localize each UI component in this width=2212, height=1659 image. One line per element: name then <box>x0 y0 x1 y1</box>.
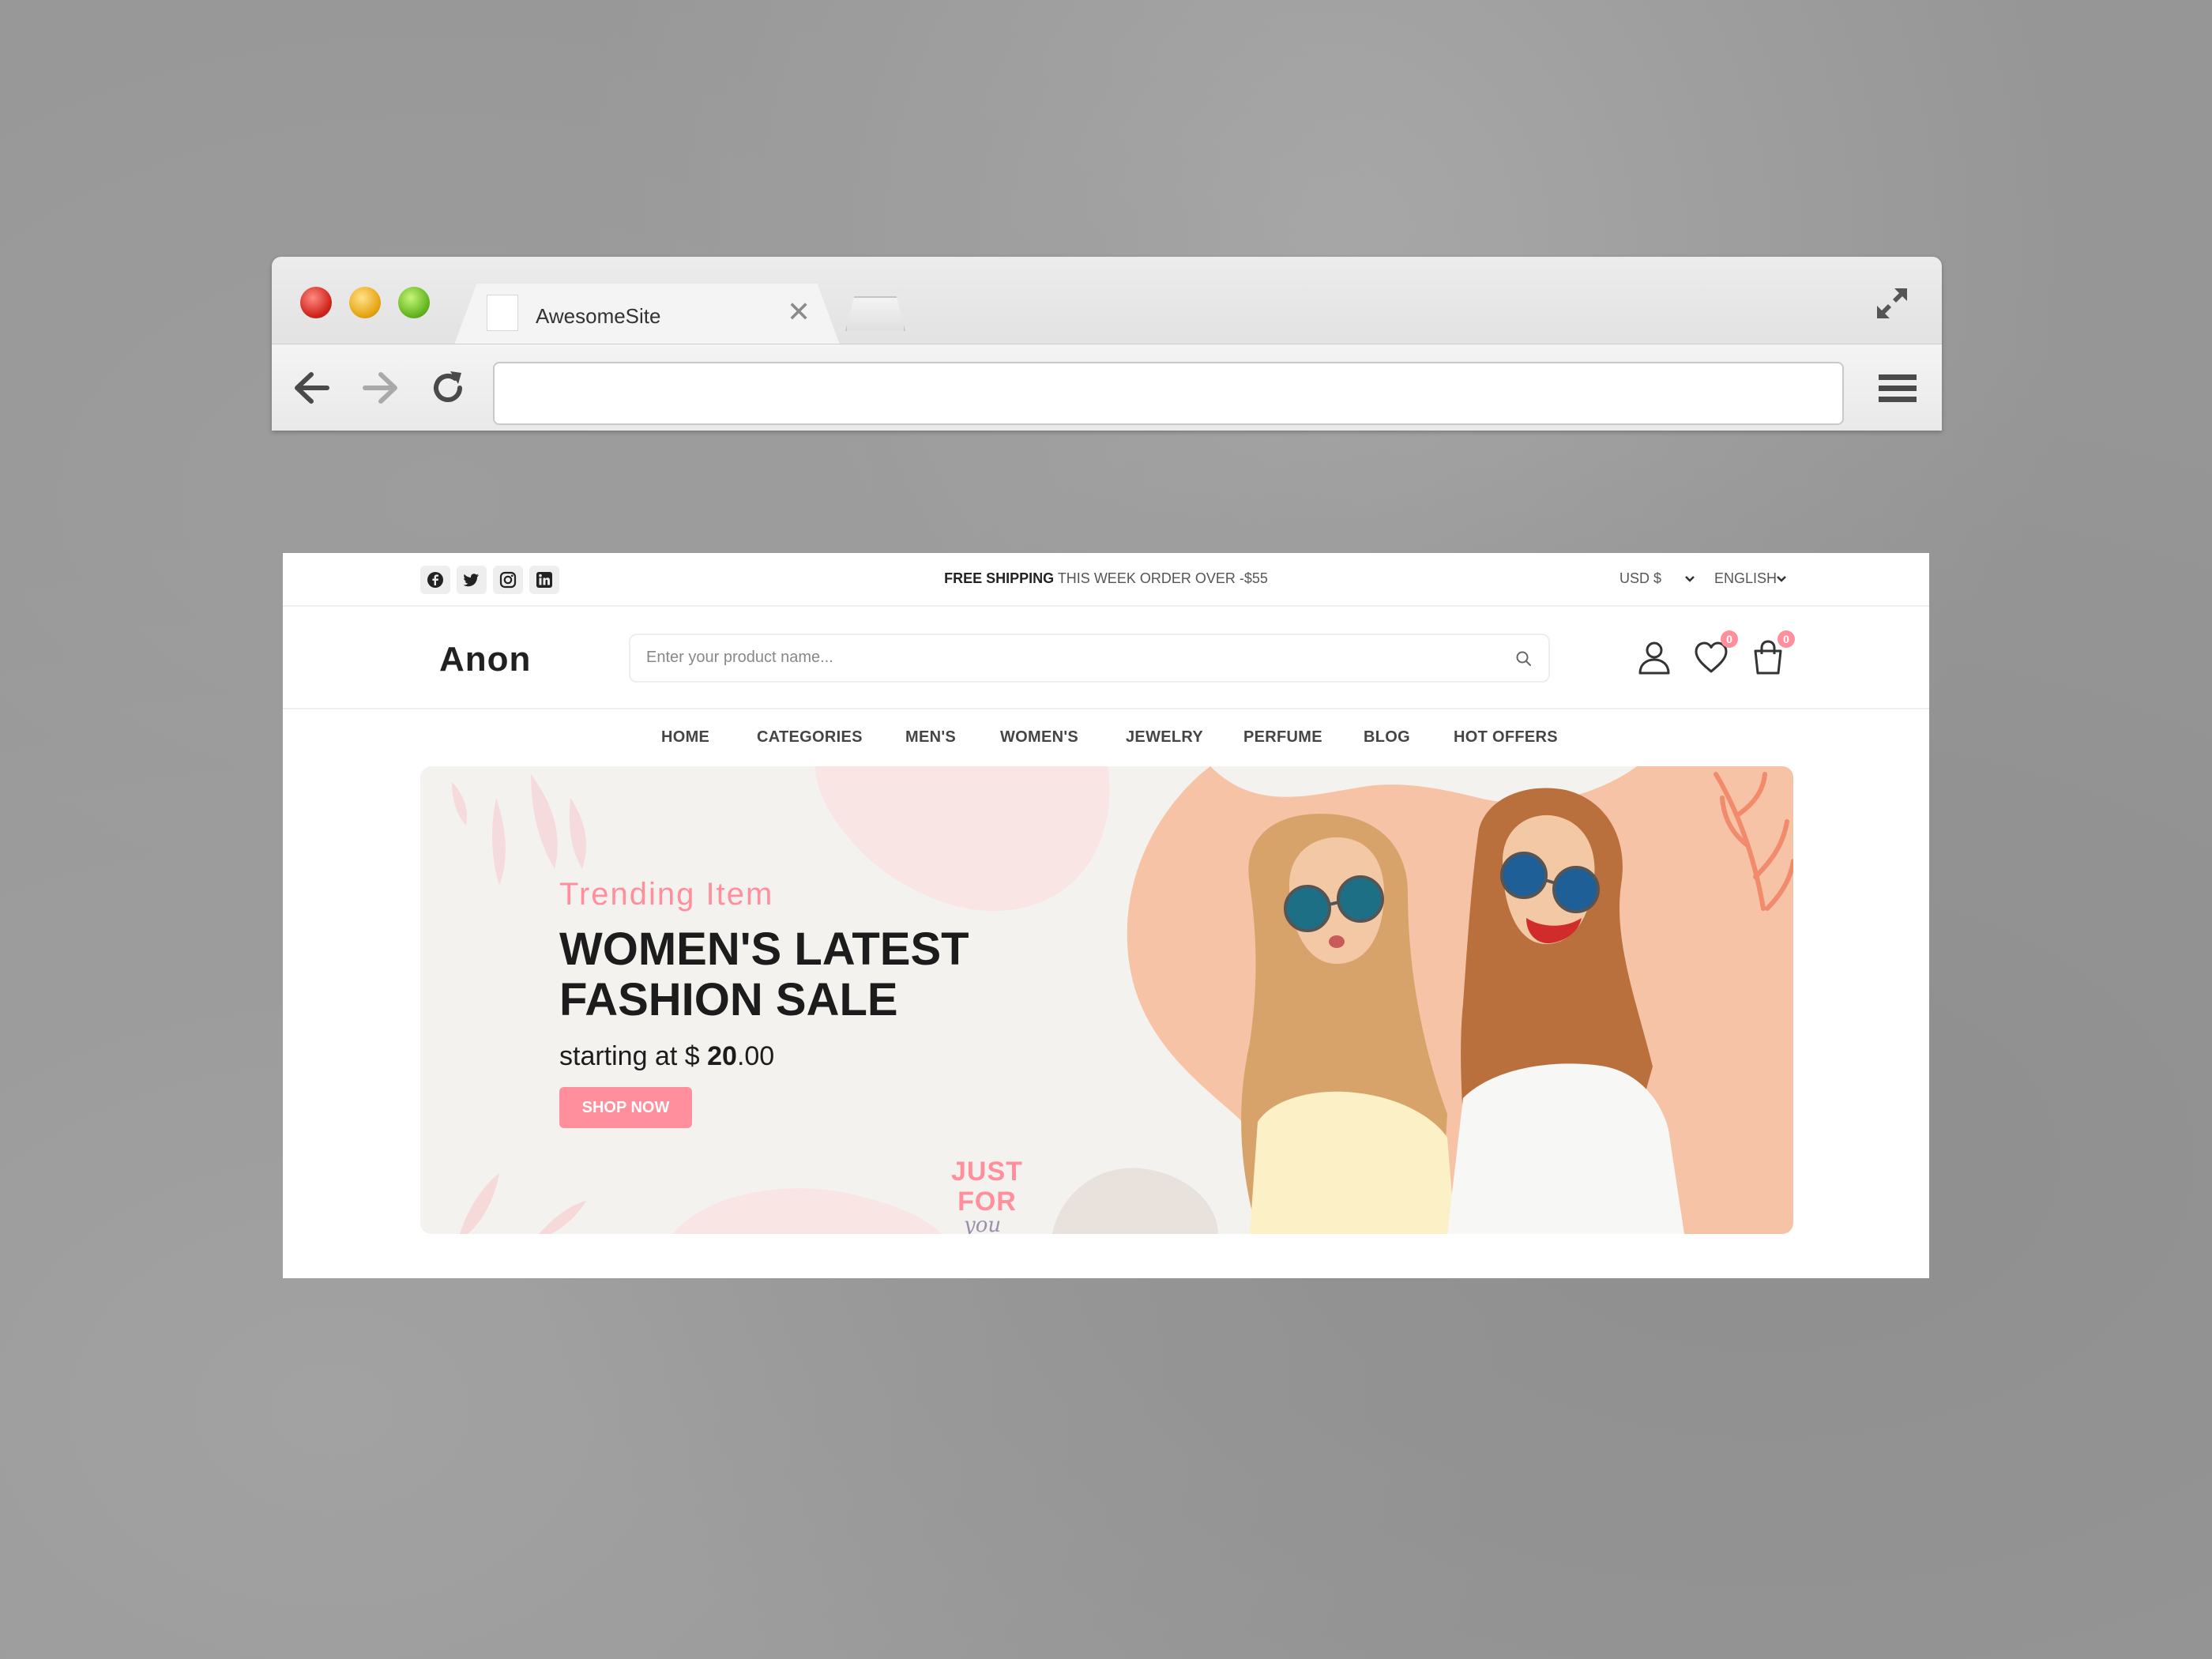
hero-price-cents: .00 <box>736 1041 775 1071</box>
badge-line-2: FOR <box>957 1187 1017 1217</box>
minimize-window-button[interactable] <box>349 287 381 318</box>
close-icon[interactable]: ✕ <box>787 298 811 326</box>
hero-banner: Trending Item WOMEN'S LATEST FASHION SAL… <box>420 766 1793 1234</box>
nav-item-jewelry[interactable]: JEWELRY <box>1126 728 1203 747</box>
hero-title: WOMEN'S LATEST FASHION SALE <box>559 924 1049 1025</box>
just-for-you-badge: JUST FOR <box>951 1157 1023 1217</box>
page-icon <box>487 295 518 331</box>
nav-item-home[interactable]: HOME <box>661 728 709 747</box>
account-button[interactable] <box>1635 638 1673 676</box>
currency-select[interactable]: USD $ <box>1620 570 1661 587</box>
search-box <box>629 634 1550 683</box>
chevron-down-icon[interactable] <box>1684 575 1695 583</box>
browser-toolbar <box>272 344 1942 431</box>
tab-title: AwesomeSite <box>536 304 661 328</box>
user-icon <box>1638 641 1670 675</box>
top-bar: FREE SHIPPING THIS WEEK ORDER OVER -$55 … <box>283 553 1929 607</box>
nav-item-hot-offers[interactable]: HOT OFFERS <box>1454 728 1558 747</box>
shipping-banner: FREE SHIPPING THIS WEEK ORDER OVER -$55 <box>283 570 1929 587</box>
badge-line-1: JUST <box>951 1157 1023 1187</box>
wishlist-button[interactable]: 0 <box>1692 630 1738 676</box>
chevron-down-icon[interactable] <box>1776 575 1787 583</box>
hero-subtitle: Trending Item <box>559 877 774 912</box>
hamburger-menu-icon[interactable] <box>1877 368 1918 409</box>
close-window-button[interactable] <box>300 287 332 318</box>
hero-price-prefix: starting at $ <box>559 1041 708 1071</box>
shipping-text: THIS WEEK ORDER OVER -$55 <box>1054 570 1268 586</box>
browser-window: AwesomeSite ✕ <box>272 257 1942 431</box>
hero-title-line-2: FASHION SALE <box>559 974 898 1025</box>
language-select[interactable]: ENGLISH <box>1714 570 1777 587</box>
nav-item-mens[interactable]: MEN'S <box>905 728 956 747</box>
fullscreen-icon[interactable] <box>1872 284 1912 323</box>
site-header: Anon 0 0 <box>283 608 1929 709</box>
tab-bar: AwesomeSite ✕ <box>272 257 1942 347</box>
nav-item-perfume[interactable]: PERFUME <box>1243 728 1322 747</box>
search-input[interactable] <box>646 649 1499 667</box>
search-icon[interactable] <box>1515 650 1533 668</box>
nav-item-blog[interactable]: BLOG <box>1364 728 1410 747</box>
cart-button[interactable]: 0 <box>1749 630 1795 676</box>
back-arrow-icon[interactable] <box>291 367 333 409</box>
nav-item-categories[interactable]: CATEGORIES <box>757 728 863 747</box>
hero-title-line-1: WOMEN'S LATEST <box>559 924 969 975</box>
shop-now-button[interactable]: SHOP NOW <box>559 1087 692 1128</box>
hero-price: starting at $ 20.00 <box>559 1041 774 1072</box>
main-nav: HOME CATEGORIES MEN'S WOMEN'S JEWELRY PE… <box>283 711 1929 766</box>
webpage: FREE SHIPPING THIS WEEK ORDER OVER -$55 … <box>283 553 1929 1278</box>
forward-arrow-icon[interactable] <box>359 367 401 409</box>
site-logo[interactable]: Anon <box>439 640 531 679</box>
badge-line-3: you <box>964 1213 1002 1234</box>
reload-icon[interactable] <box>427 367 469 409</box>
maximize-window-button[interactable] <box>398 287 430 318</box>
wishlist-count-badge: 0 <box>1721 630 1738 648</box>
address-bar[interactable] <box>493 362 1844 425</box>
hero-price-value: 20 <box>707 1041 737 1071</box>
new-tab-button[interactable] <box>845 296 905 331</box>
shipping-bold-text: FREE SHIPPING <box>944 570 1055 586</box>
nav-item-womens[interactable]: WOMEN'S <box>1000 728 1078 747</box>
cart-count-badge: 0 <box>1778 630 1795 648</box>
